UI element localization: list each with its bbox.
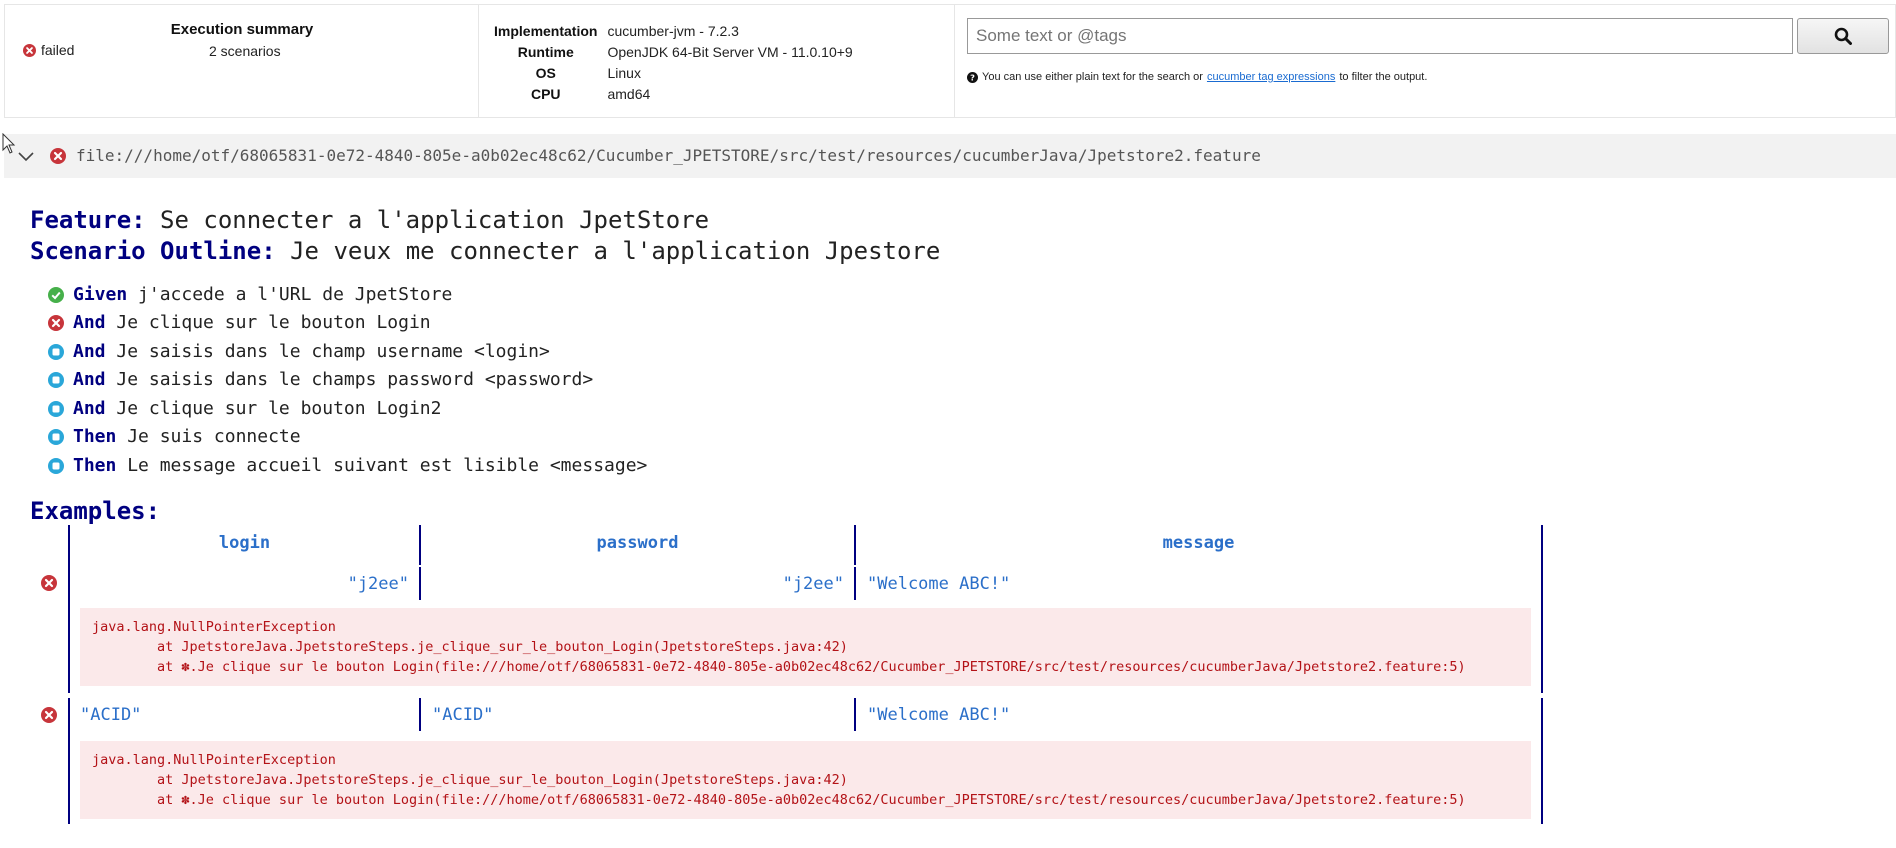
- tag-expressions-link[interactable]: cucumber tag expressions: [1207, 71, 1335, 83]
- x-circle-icon: [41, 707, 57, 723]
- stop-circle-icon: [48, 457, 64, 474]
- examples-title: Examples:: [30, 497, 161, 525]
- table-cell-password: "j2ee": [782, 574, 844, 594]
- table-header-login: login: [218, 533, 271, 553]
- step-keyword: And: [73, 398, 106, 419]
- table-cell-login: "j2ee": [347, 574, 409, 594]
- feature-keyword: Feature:: [30, 206, 146, 234]
- scenario-outline-keyword: Scenario Outline:: [30, 237, 276, 265]
- feature-file-path: file:///home/otf/68065831-0e72-4840-805e…: [76, 146, 1261, 165]
- table-cell-login: "ACID": [80, 705, 142, 725]
- search-help: ? You can use either plain text for the …: [967, 71, 1427, 83]
- step-keyword: Given: [73, 284, 128, 305]
- env-value: OpenJDK 64-Bit Server VM - 11.0.10+9: [607, 44, 853, 60]
- feature-heading: Feature: Se connecter a l'application Jp…: [30, 206, 709, 234]
- step-text: j'accede a l'URL de JpetStore: [138, 284, 453, 305]
- x-circle-icon: [23, 43, 36, 57]
- question-circle-icon: ?: [967, 71, 978, 83]
- stop-circle-icon: [48, 400, 64, 417]
- search-help-suffix: to filter the output.: [1339, 71, 1428, 83]
- stop-circle-icon: [48, 371, 64, 388]
- table-cell-password: "ACID": [432, 705, 494, 725]
- step-keyword: And: [73, 312, 106, 333]
- env-key: Implementation: [494, 23, 598, 39]
- x-circle-icon: [41, 575, 57, 591]
- error-stacktrace: java.lang.NullPointerException at Jpetst…: [80, 741, 1531, 819]
- env-value: Linux: [607, 65, 641, 81]
- env-row-runtime: Runtime OpenJDK 64-Bit Server VM - 11.0.…: [489, 42, 858, 63]
- search-input[interactable]: [967, 18, 1793, 54]
- error-line: at ✽.Je clique sur le bouton Login(file:…: [92, 792, 1466, 808]
- feature-name: Se connecter a l'application JpetStore: [160, 206, 710, 234]
- step: And Je saisis dans le champs password <p…: [48, 369, 593, 390]
- stop-circle-icon: [48, 343, 64, 360]
- scenario-outline-heading: Scenario Outline: Je veux me connecter a…: [30, 237, 940, 265]
- table-border: [1541, 525, 1543, 693]
- x-circle-icon: [50, 148, 66, 164]
- table-cell-message: "Welcome ABC!": [867, 574, 1011, 594]
- step: Then Je suis connecte: [48, 426, 301, 447]
- table-border: [854, 567, 856, 600]
- error-line: at JpetstoreJava.JpetstoreSteps.je_cliqu…: [92, 639, 848, 655]
- search-icon: [1834, 27, 1852, 45]
- scenario-outline-name: Je veux me connecter a l'application Jpe…: [290, 237, 941, 265]
- check-circle-icon: [48, 286, 64, 303]
- step-text: Je suis connecte: [127, 426, 301, 447]
- search-help-prefix: You can use either plain text for the se…: [982, 71, 1203, 83]
- step: Then Le message accueil suivant est lisi…: [48, 455, 647, 476]
- env-row-cpu: CPU amd64: [489, 84, 858, 105]
- stop-circle-icon: [48, 428, 64, 445]
- step-text: Le message accueil suivant est lisible <…: [127, 455, 648, 476]
- environment-table: Implementation cucumber-jvm - 7.2.3 Runt…: [489, 21, 858, 105]
- table-cell-message: "Welcome ABC!": [867, 705, 1011, 725]
- report-header: Execution summary failed 2 scenarios Imp…: [4, 4, 1896, 118]
- step: And Je saisis dans le champ username <lo…: [48, 341, 550, 362]
- scenario-count: 2 scenarios: [209, 43, 281, 59]
- env-key: OS: [535, 65, 556, 81]
- table-border: [68, 698, 70, 824]
- error-line: at JpetstoreJava.JpetstoreSteps.je_cliqu…: [92, 772, 848, 788]
- error-stacktrace: java.lang.NullPointerException at Jpetst…: [80, 608, 1531, 686]
- env-row-os: OS Linux: [489, 63, 858, 84]
- step: Given j'accede a l'URL de JpetStore: [48, 284, 452, 305]
- step-text: Je clique sur le bouton Login: [116, 312, 431, 333]
- env-key: CPU: [530, 86, 561, 102]
- env-key: Runtime: [517, 44, 574, 60]
- table-border: [419, 698, 421, 731]
- step: And Je clique sur le bouton Login2: [48, 398, 441, 419]
- mouse-cursor-icon: [2, 133, 16, 154]
- summary-status: failed: [23, 42, 74, 58]
- table-border: [1541, 698, 1543, 824]
- summary-status-label: failed: [41, 42, 75, 58]
- step-text: Je saisis dans le champ username <login>: [116, 341, 550, 362]
- error-line: java.lang.NullPointerException: [92, 619, 336, 635]
- step-text: Je clique sur le bouton Login2: [116, 398, 442, 419]
- x-circle-icon: [48, 314, 64, 331]
- step-text: Je saisis dans le champs password <passw…: [116, 369, 594, 390]
- search-button[interactable]: [1797, 18, 1889, 54]
- environment-panel: Implementation cucumber-jvm - 7.2.3 Runt…: [479, 5, 955, 117]
- env-value: amd64: [607, 86, 651, 102]
- svg-text:?: ?: [970, 72, 975, 82]
- error-line: java.lang.NullPointerException: [92, 752, 336, 768]
- summary-title: Execution summary: [170, 21, 314, 38]
- search-panel: ? You can use either plain text for the …: [955, 5, 1895, 117]
- step-keyword: Then: [73, 455, 117, 476]
- step-keyword: And: [73, 341, 106, 362]
- chevron-down-icon[interactable]: [16, 146, 36, 166]
- env-value: cucumber-jvm - 7.2.3: [607, 23, 739, 39]
- error-line: at ✽.Je clique sur le bouton Login(file:…: [92, 659, 1466, 675]
- step-keyword: And: [73, 369, 106, 390]
- table-border: [854, 698, 856, 731]
- env-row-implementation: Implementation cucumber-jvm - 7.2.3: [489, 21, 858, 42]
- feature-file-bar[interactable]: file:///home/otf/68065831-0e72-4840-805e…: [4, 134, 1896, 178]
- step-keyword: Then: [73, 426, 117, 447]
- table-header-password: password: [596, 533, 679, 553]
- step: And Je clique sur le bouton Login: [48, 312, 431, 333]
- execution-summary: Execution summary failed 2 scenarios: [5, 5, 479, 117]
- table-header-message: message: [1162, 533, 1235, 553]
